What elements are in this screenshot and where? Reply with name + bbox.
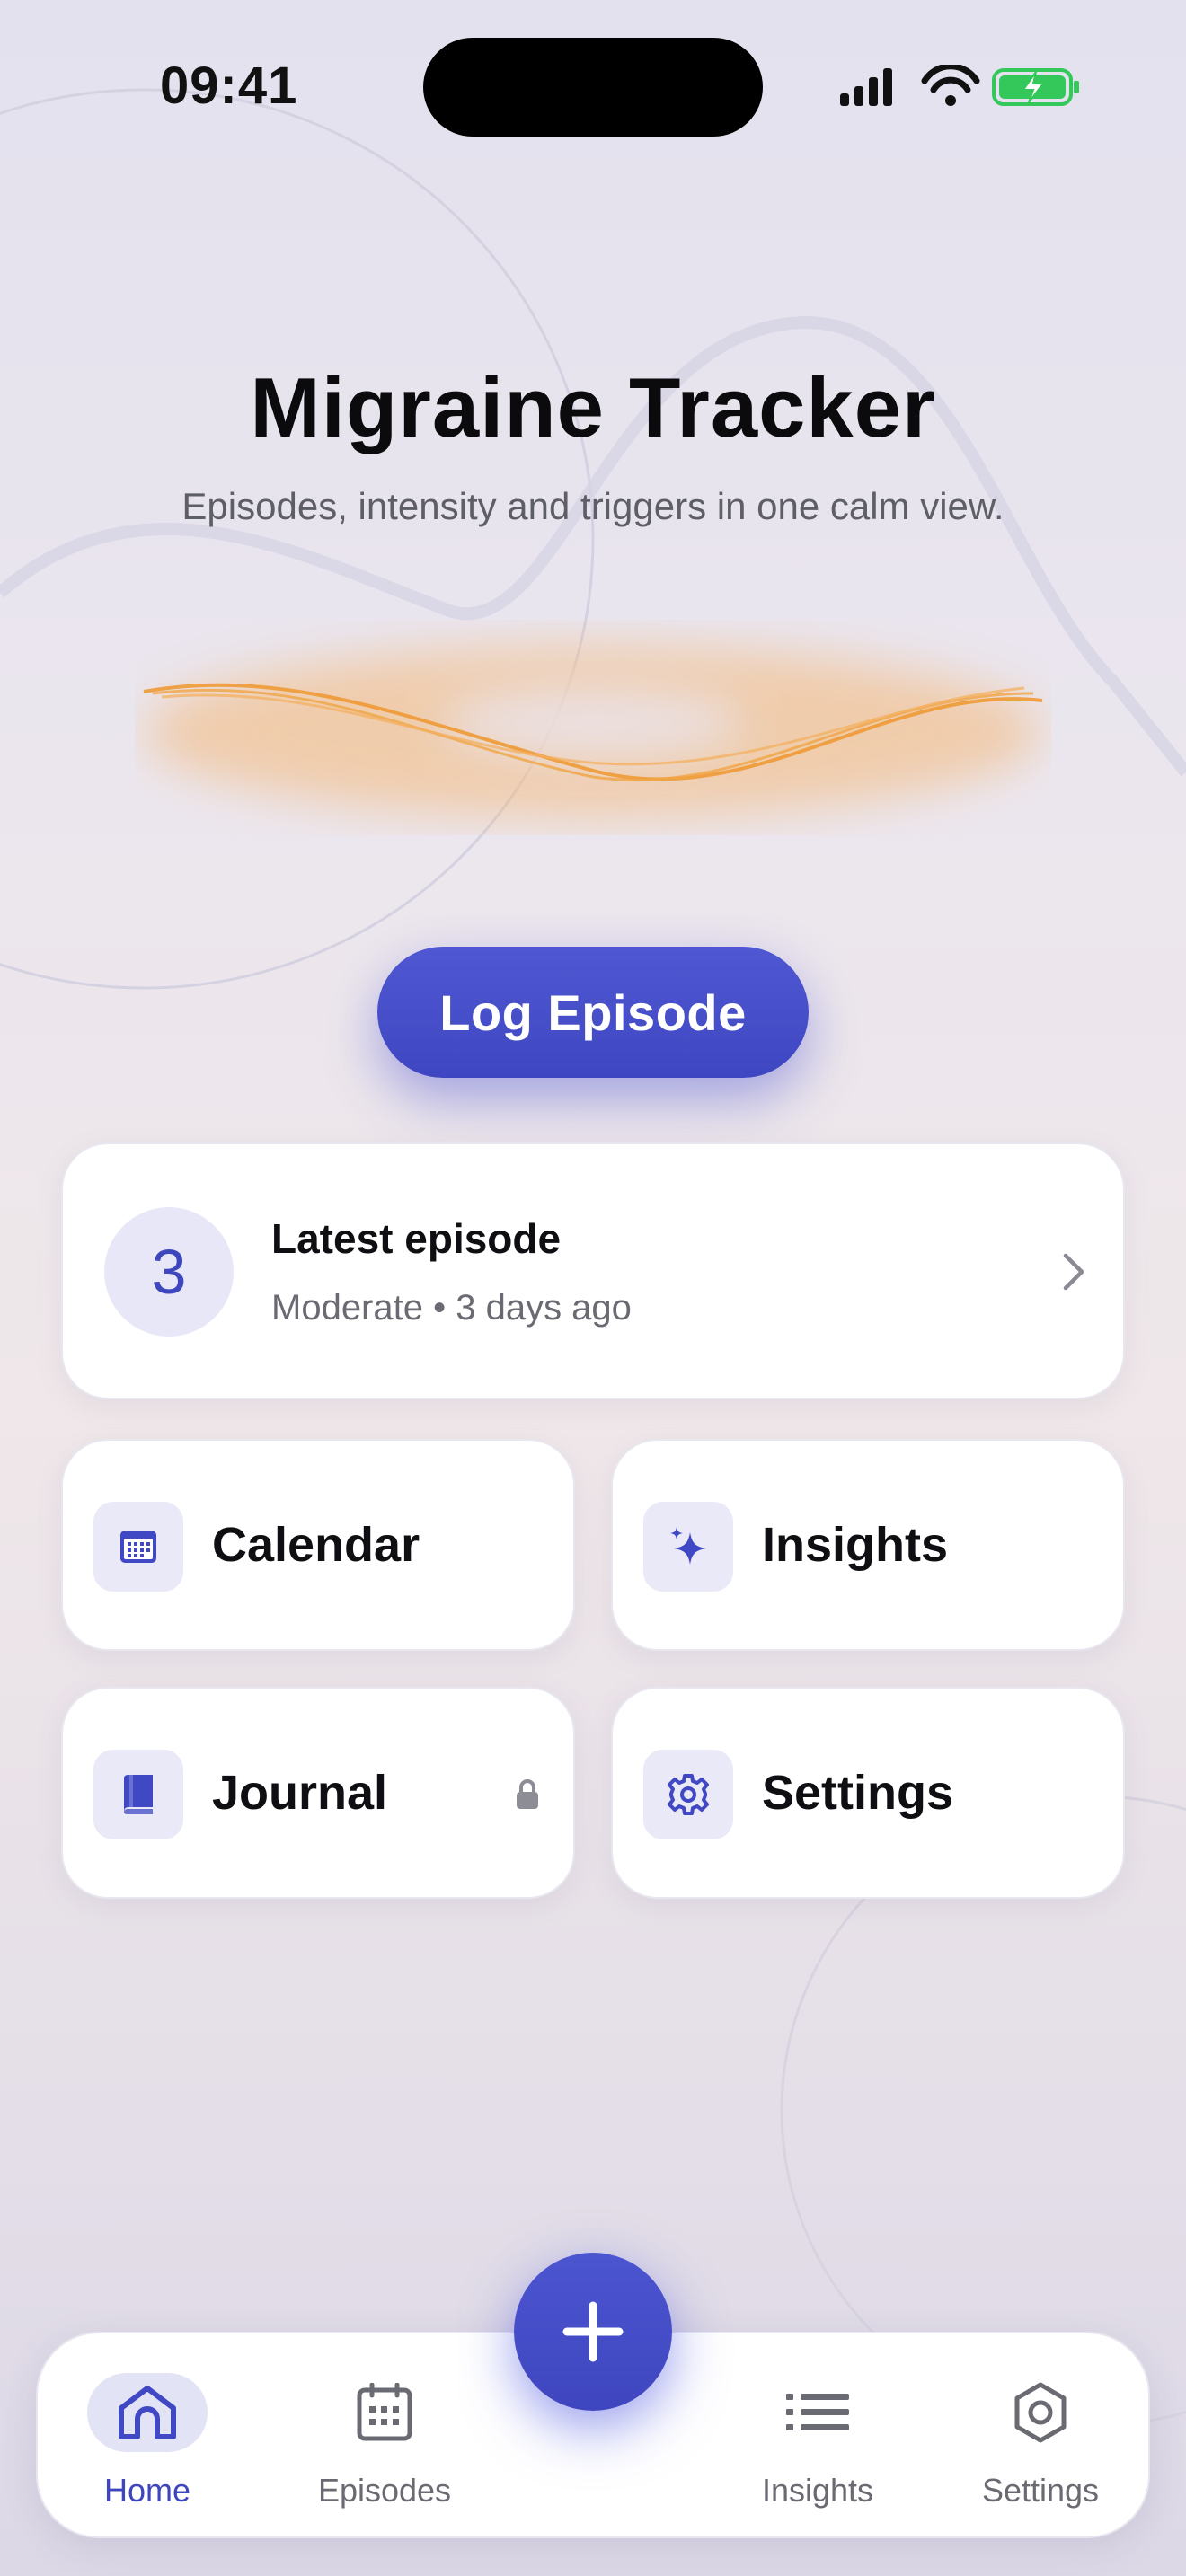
calendar-tile[interactable]: Calendar (61, 1439, 575, 1651)
signal-icon (840, 68, 892, 106)
chevron-right-icon (1063, 1253, 1084, 1291)
battery-icon (992, 68, 1079, 106)
status-time: 09:41 (160, 57, 298, 115)
status-icons (840, 65, 1079, 106)
tab-home[interactable]: Home (84, 2333, 210, 2540)
calendar-grid-icon (324, 2373, 445, 2452)
wifi-icon (921, 65, 980, 106)
tab-insights[interactable]: Insights (746, 2333, 890, 2540)
insights-tile-label: Insights (762, 1518, 949, 1572)
log-episode-button[interactable]: Log Episode (377, 947, 809, 1078)
latest-episode-card[interactable]: 3 Latest episode Moderate • 3 days ago (61, 1142, 1125, 1399)
wave-illustration (143, 647, 1043, 817)
settings-tile-label: Settings (762, 1766, 954, 1820)
insights-tile[interactable]: Insights (611, 1439, 1125, 1651)
journal-tile-label: Journal (212, 1766, 388, 1820)
lock-icon (517, 1779, 538, 1809)
tab-settings-label: Settings (981, 2472, 1100, 2509)
tab-settings[interactable]: Settings (969, 2333, 1112, 2540)
tab-episodes-label: Episodes (317, 2472, 452, 2509)
page-subtitle: Episodes, intensity and triggers in one … (181, 485, 1005, 527)
add-episode-fab[interactable] (514, 2253, 672, 2411)
calendar-tile-label: Calendar (212, 1518, 420, 1572)
home-icon (87, 2373, 208, 2452)
latest-episode-title: Latest episode (271, 1215, 562, 1262)
tab-insights-label: Insights (761, 2472, 874, 2509)
plus-icon (562, 2301, 624, 2362)
list-icon (757, 2373, 878, 2452)
gear-icon (643, 1750, 733, 1839)
latest-episode-detail: Moderate • 3 days ago (271, 1288, 632, 1328)
dynamic-island (423, 38, 763, 137)
episode-count-badge: 3 (104, 1207, 234, 1337)
tab-episodes[interactable]: Episodes (295, 2333, 474, 2540)
page-title: Migraine Tracker (250, 360, 936, 454)
journal-tile[interactable]: Journal (61, 1687, 575, 1899)
hexagon-settings-icon (980, 2373, 1101, 2452)
calendar-icon (93, 1502, 183, 1592)
settings-tile[interactable]: Settings (611, 1687, 1125, 1899)
sparkle-icon (643, 1502, 733, 1592)
book-icon (93, 1750, 183, 1839)
tab-home-label: Home (103, 2472, 191, 2509)
